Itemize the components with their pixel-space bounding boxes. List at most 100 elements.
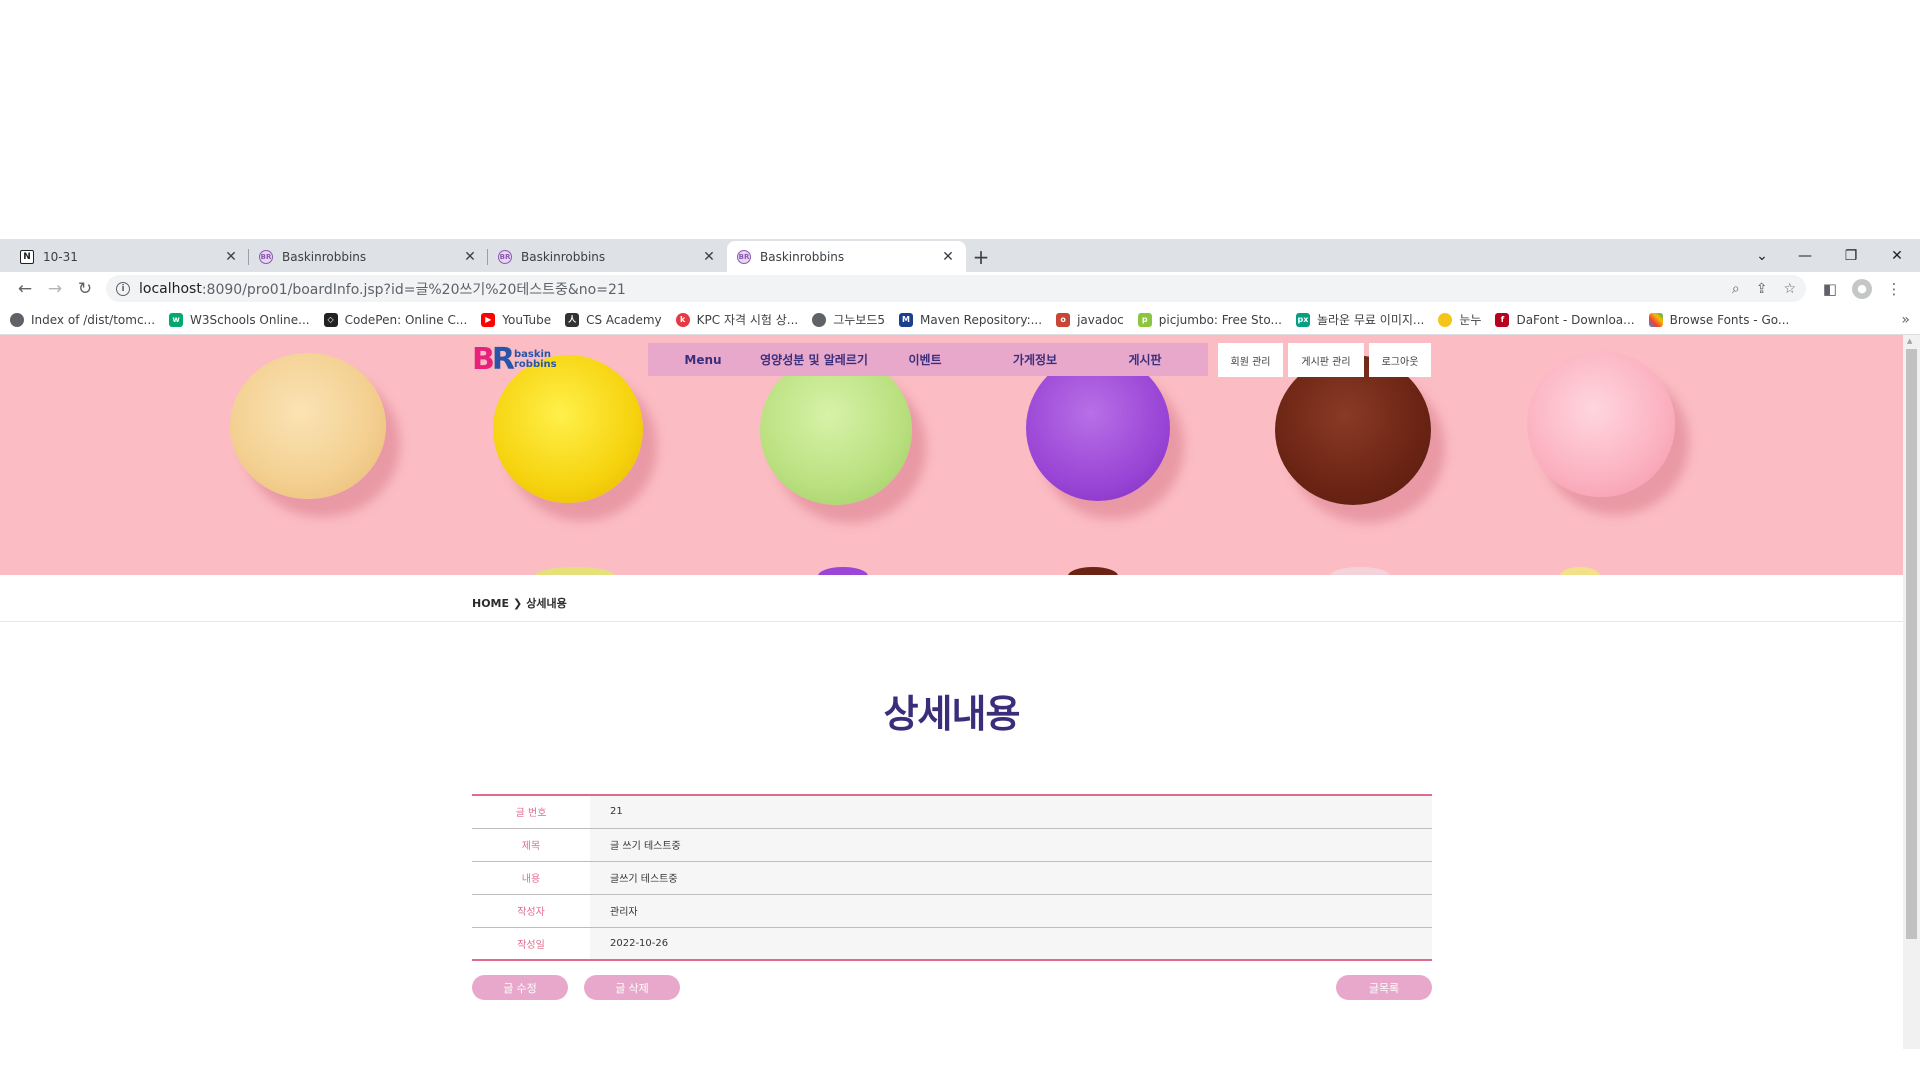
detail-table: 글 번호 21 제목 글 쓰기 테스트중 내용 글쓰기 테스트중 작성자 관리자… bbox=[472, 794, 1432, 961]
ice-cream-scoop bbox=[1560, 567, 1600, 575]
main-nav: Menu 영양성분 및 알레르기 이벤트 가게정보 게시판 bbox=[648, 343, 1208, 376]
breadcrumb-bar: HOME ❯ 상세내용 bbox=[0, 575, 1903, 622]
address-bar[interactable]: i localhost:8090/pro01/boardInfo.jsp?id=… bbox=[106, 275, 1806, 302]
bookmark-item[interactable]: px 놀라운 무료 이미지... bbox=[1295, 311, 1425, 328]
row-label: 작성자 bbox=[472, 894, 590, 927]
window-controls: ⌄ — ❐ ✕ bbox=[1742, 239, 1920, 272]
kpc-icon: k bbox=[675, 312, 690, 327]
breadcrumb-home[interactable]: HOME bbox=[472, 597, 509, 610]
ice-cream-scoop bbox=[230, 353, 386, 499]
board-admin-link[interactable]: 게시판 관리 bbox=[1288, 343, 1364, 377]
nav-nutrition-allergy[interactable]: 영양성분 및 알레르기 bbox=[758, 351, 870, 368]
scroll-up-icon[interactable]: ▲ bbox=[1907, 337, 1912, 345]
member-admin-link[interactable]: 회원 관리 bbox=[1218, 343, 1283, 377]
nav-menu[interactable]: Menu bbox=[648, 353, 758, 367]
ice-cream-scoop bbox=[1068, 567, 1118, 575]
w3schools-icon: w bbox=[169, 312, 184, 327]
nav-event[interactable]: 이벤트 bbox=[870, 351, 980, 368]
row-label: 제목 bbox=[472, 828, 590, 861]
delete-post-button[interactable]: 글 삭제 bbox=[584, 975, 680, 1000]
toolbar: ← → ↻ i localhost:8090/pro01/boardInfo.j… bbox=[0, 272, 1920, 305]
browser-tab[interactable]: BR Baskinrobbins ✕ bbox=[488, 241, 727, 272]
bookmark-item[interactable]: f DaFont - Downloa... bbox=[1495, 312, 1635, 327]
reload-icon[interactable]: ↻ bbox=[70, 275, 100, 303]
browser-tab-active[interactable]: BR Baskinrobbins ✕ bbox=[727, 241, 966, 272]
baskin-robbins-logo[interactable]: BR baskin robbins bbox=[472, 345, 557, 375]
bookmark-item[interactable]: M Maven Repository:... bbox=[899, 312, 1042, 327]
new-tab-button[interactable]: + bbox=[966, 241, 996, 272]
web-page: BR baskin robbins Menu 영양성분 및 알레르기 이벤트 가… bbox=[0, 335, 1920, 1049]
table-row: 제목 글 쓰기 테스트중 bbox=[472, 828, 1432, 861]
bookmark-item[interactable]: Browse Fonts - Go... bbox=[1648, 312, 1790, 327]
tab-search-icon[interactable]: ⌄ bbox=[1742, 239, 1782, 272]
bookmark-item[interactable]: w W3Schools Online... bbox=[169, 312, 310, 327]
close-icon[interactable]: ✕ bbox=[223, 249, 239, 265]
bookmark-star-icon[interactable]: ☆ bbox=[1783, 281, 1796, 297]
tab-title: Baskinrobbins bbox=[760, 249, 845, 264]
nav-board[interactable]: 게시판 bbox=[1090, 351, 1200, 368]
bookmark-label: 눈누 bbox=[1459, 313, 1482, 327]
edit-post-button[interactable]: 글 수정 bbox=[472, 975, 568, 1000]
minimize-icon[interactable]: — bbox=[1782, 239, 1828, 272]
bookmark-item[interactable]: o javadoc bbox=[1056, 312, 1124, 327]
bookmark-item[interactable]: k KPC 자격 시험 상... bbox=[675, 311, 799, 328]
tab-title: 10-31 bbox=[43, 249, 78, 264]
bookmark-item[interactable]: p picjumbo: Free Sto... bbox=[1137, 312, 1282, 327]
notion-icon: N bbox=[20, 249, 34, 264]
menu-kebab-icon[interactable]: ⋮ bbox=[1878, 280, 1910, 298]
bookmark-item[interactable]: ◇ CodePen: Online C... bbox=[323, 312, 467, 327]
bookmark-item[interactable]: Index of /dist/tomc... bbox=[10, 312, 156, 327]
bookmark-item[interactable]: ▶ YouTube bbox=[481, 312, 551, 327]
browser-tab[interactable]: N 10-31 ✕ bbox=[10, 241, 249, 272]
baskin-icon: BR bbox=[259, 249, 273, 264]
table-row: 작성일 2022-10-26 bbox=[472, 927, 1432, 960]
profile-avatar-icon[interactable]: ● bbox=[1852, 278, 1872, 299]
hero-banner: BR baskin robbins Menu 영양성분 및 알레르기 이벤트 가… bbox=[0, 335, 1903, 575]
google-fonts-icon bbox=[1648, 312, 1663, 327]
site-header: BR baskin robbins Menu 영양성분 및 알레르기 이벤트 가… bbox=[472, 340, 1432, 380]
row-value: 2022-10-26 bbox=[590, 927, 1432, 960]
close-icon[interactable]: ✕ bbox=[940, 249, 956, 265]
table-row: 작성자 관리자 bbox=[472, 894, 1432, 927]
nav-store-info[interactable]: 가게정보 bbox=[980, 351, 1090, 368]
row-value: 관리자 bbox=[590, 894, 1432, 927]
scrollbar-thumb[interactable] bbox=[1906, 349, 1917, 939]
breadcrumb-current: 상세내용 bbox=[526, 597, 567, 610]
bookmark-item[interactable]: 그누보드5 bbox=[812, 311, 885, 328]
page-scrollbar[interactable]: ▲ bbox=[1903, 335, 1920, 1049]
bookmark-label: Index of /dist/tomc... bbox=[31, 312, 156, 327]
bookmark-label: 놀라운 무료 이미지... bbox=[1316, 313, 1425, 327]
bookmark-label: KPC 자격 시험 상... bbox=[696, 313, 799, 327]
post-list-button[interactable]: 글목록 bbox=[1336, 975, 1432, 1000]
bookmark-label: CS Academy bbox=[586, 312, 662, 327]
breadcrumb: HOME ❯ 상세내용 bbox=[472, 595, 567, 611]
site-info-icon[interactable]: i bbox=[116, 281, 130, 296]
bookmarks-overflow-icon[interactable]: » bbox=[1901, 312, 1910, 328]
browser-tab[interactable]: BR Baskinrobbins ✕ bbox=[249, 241, 488, 272]
bookmark-label: Browse Fonts - Go... bbox=[1669, 312, 1790, 327]
window-close-icon[interactable]: ✕ bbox=[1874, 239, 1920, 272]
table-row: 내용 글쓰기 테스트중 bbox=[472, 861, 1432, 894]
row-value: 글 쓰기 테스트중 bbox=[590, 828, 1432, 861]
bookmark-item[interactable]: 人 CS Academy bbox=[565, 312, 662, 327]
ice-cream-scoop bbox=[1527, 351, 1675, 497]
share-icon[interactable]: ⇪ bbox=[1756, 281, 1768, 297]
bookmark-item[interactable]: 눈누 bbox=[1438, 311, 1481, 328]
tab-title: Baskinrobbins bbox=[521, 249, 606, 264]
pixabay-icon: px bbox=[1295, 312, 1310, 327]
side-panel-icon[interactable]: ◧ bbox=[1814, 280, 1846, 298]
url-path: :8090/pro01/boardInfo.jsp?id=글%20쓰기%20테스… bbox=[201, 281, 626, 298]
zoom-icon[interactable]: ⌕ bbox=[1732, 281, 1740, 297]
cs-academy-icon: 人 bbox=[565, 312, 580, 327]
url-host: localhost bbox=[139, 280, 202, 297]
globe-icon bbox=[812, 312, 827, 327]
logout-link[interactable]: 로그아웃 bbox=[1369, 343, 1431, 377]
back-icon[interactable]: ← bbox=[10, 275, 40, 303]
br-monogram: BR bbox=[472, 342, 515, 377]
forward-icon[interactable]: → bbox=[40, 275, 70, 303]
globe-icon bbox=[10, 312, 24, 327]
close-icon[interactable]: ✕ bbox=[701, 249, 717, 265]
tab-strip: N 10-31 ✕ BR Baskinrobbins ✕ BR Baskinro… bbox=[0, 239, 1920, 272]
restore-icon[interactable]: ❐ bbox=[1828, 239, 1874, 272]
close-icon[interactable]: ✕ bbox=[462, 249, 478, 265]
